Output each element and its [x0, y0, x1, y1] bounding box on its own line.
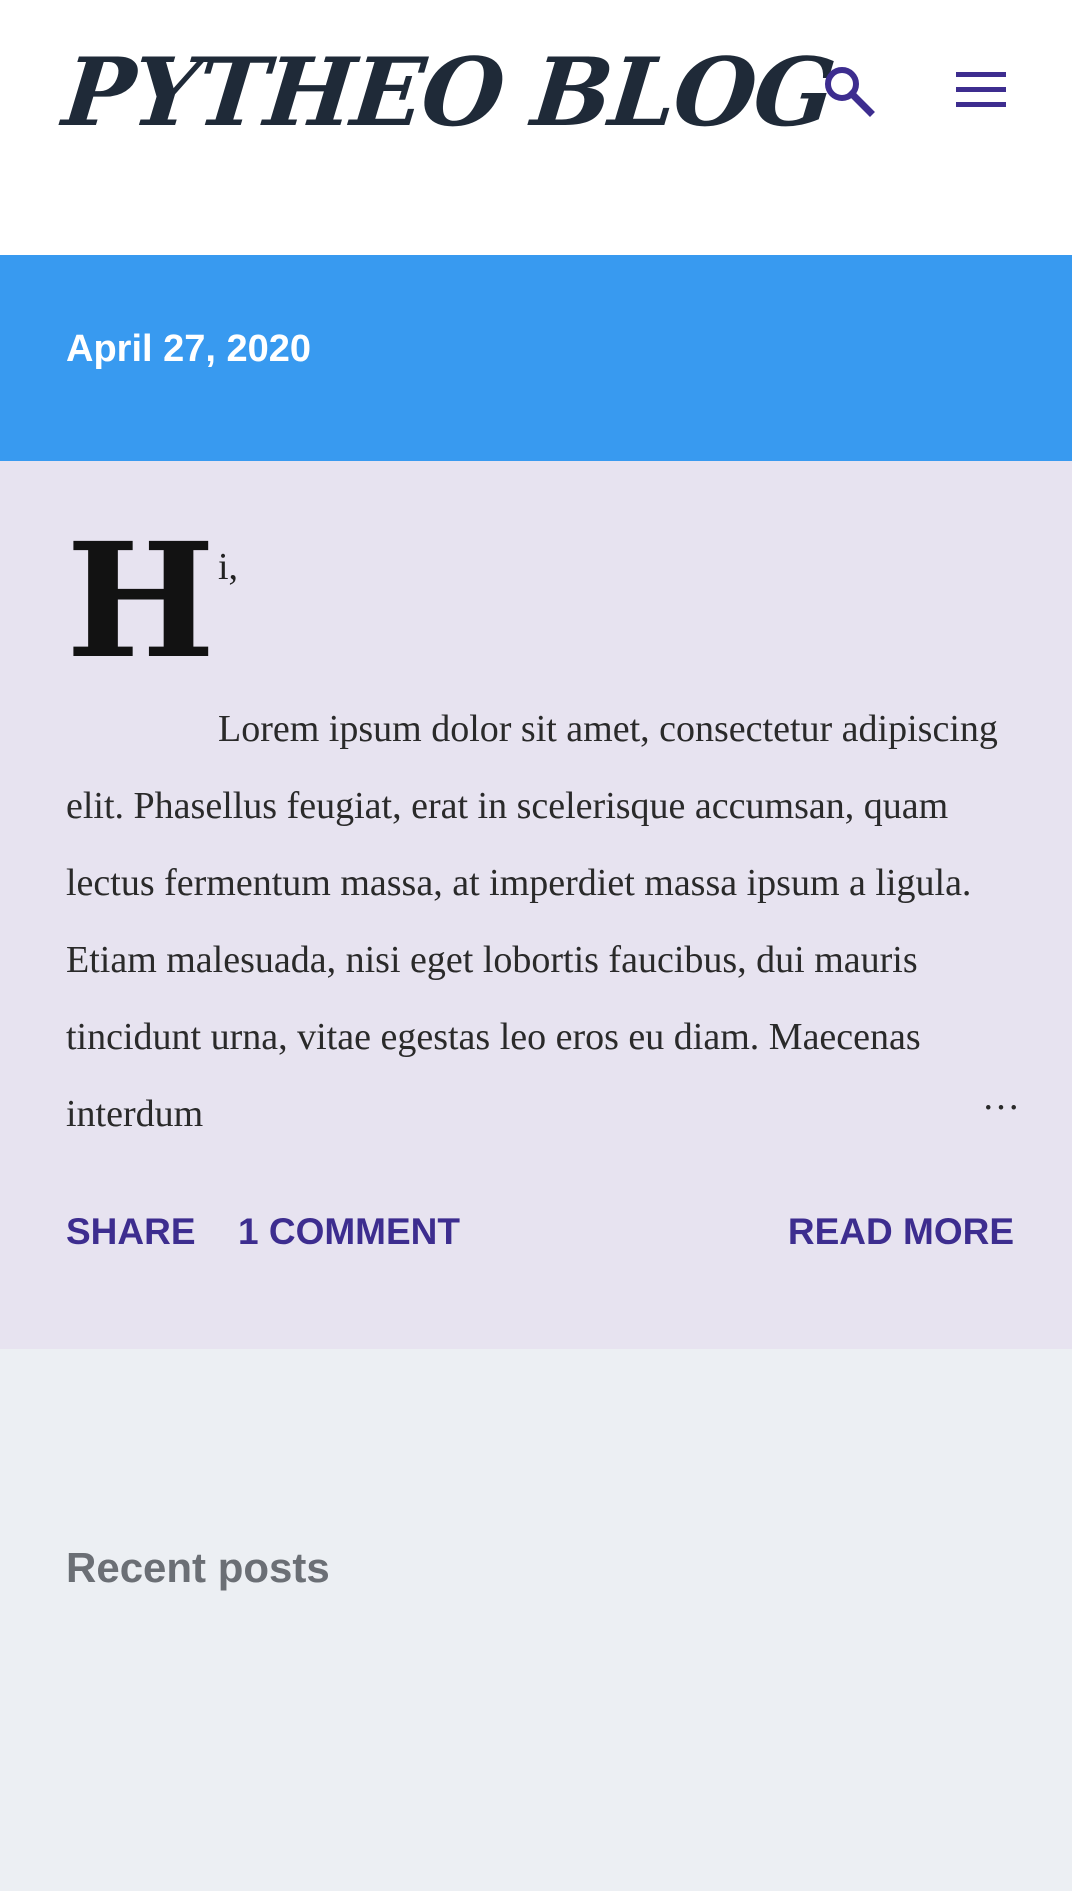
comments-link[interactable]: 1 COMMENT: [238, 1204, 460, 1260]
post-card: H i, Lorem ipsum dolor sit amet, consect…: [0, 461, 1072, 1349]
site-header: PYTHEO BLOG: [0, 0, 1072, 255]
drop-cap: H: [66, 509, 216, 694]
menu-icon: [956, 72, 1006, 107]
post-actions: SHARE 1 COMMENT READ MORE: [66, 1204, 1014, 1260]
post-date-band: April 27, 2020: [0, 255, 1072, 461]
search-button[interactable]: [820, 62, 876, 118]
read-more-link[interactable]: READ MORE: [788, 1204, 1014, 1260]
share-link[interactable]: SHARE: [66, 1204, 196, 1260]
post-date[interactable]: April 27, 2020: [66, 321, 311, 377]
search-icon: [825, 67, 875, 117]
recent-posts-heading: Recent posts: [66, 1543, 330, 1591]
excerpt-fade: [790, 1058, 960, 1138]
page: PYTHEO BLOG April 27, 2020 H i, Lorem ip…: [0, 0, 1072, 1891]
post-first-line: i,: [218, 546, 239, 588]
site-title[interactable]: PYTHEO BLOG: [58, 38, 838, 148]
menu-button[interactable]: [954, 66, 1008, 114]
excerpt-ellipsis: …: [982, 1076, 1020, 1118]
